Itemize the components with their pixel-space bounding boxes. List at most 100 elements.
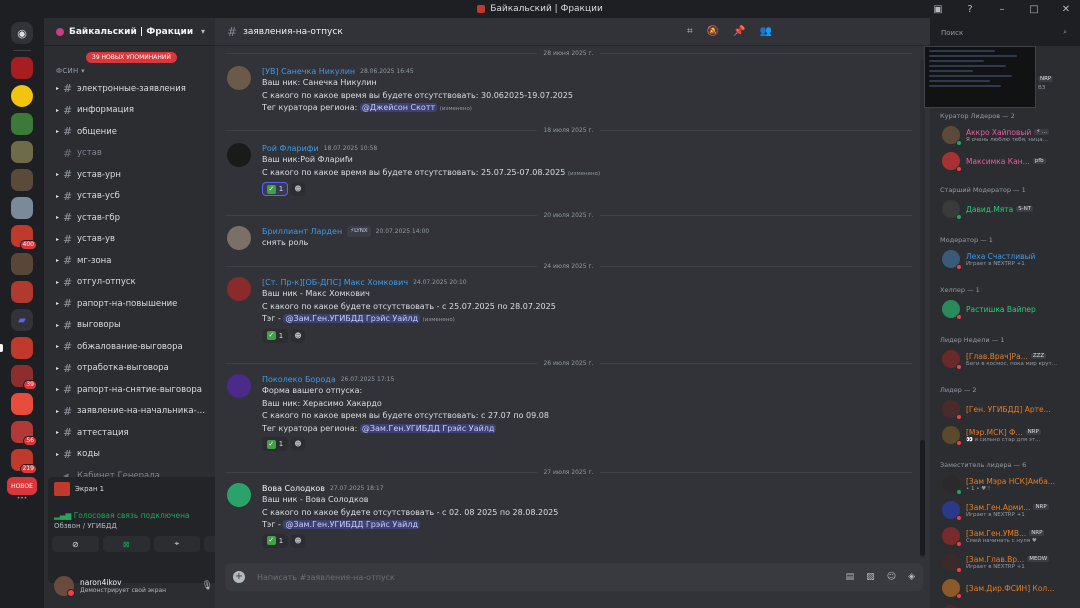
channel-item[interactable]: ▸ # рапорт-на-повышение [44, 293, 215, 315]
server-icon[interactable]: 56 [11, 421, 37, 446]
channel-item[interactable]: ▸ # отработка-выговора [44, 358, 215, 380]
message-author[interactable]: Бриллиант Ларден [262, 226, 342, 237]
server-icon[interactable] [11, 85, 33, 107]
reaction-checkmark[interactable]: ✓ 1 [262, 328, 288, 343]
channel-item[interactable]: ▸ # устав-усб [44, 186, 215, 208]
emoji-icon[interactable]: ☺ [887, 572, 896, 582]
sticker-icon[interactable]: ▨ [866, 572, 875, 582]
channel-item[interactable]: ▸ # обжалование-выговора [44, 336, 215, 358]
server-icon[interactable] [11, 113, 33, 135]
message[interactable]: Вова Солодков 27.07.2025 18:17 Ваш ник - В… [227, 483, 907, 548]
chat-scrollbar[interactable] [920, 60, 925, 558]
server-icon[interactable] [11, 169, 33, 191]
role-mention[interactable]: @Зам.Ген.УГИБДД Грэйс Уайлд [359, 423, 497, 433]
avatar[interactable] [227, 66, 251, 90]
reaction-checkmark[interactable]: ✓ 1 [262, 182, 288, 196]
avatar[interactable] [54, 576, 75, 597]
add-reaction-icon[interactable]: ☻ [291, 182, 305, 196]
member-item[interactable]: [Зам.Ген.УМВ... NRP Смей начинать с нуля ♥ [942, 525, 1078, 547]
server-icon[interactable] [11, 141, 33, 163]
scrollbar-thumb[interactable] [920, 440, 925, 556]
server-icon[interactable] [11, 281, 33, 303]
member-item[interactable]: [Ген. УГИБДД] Арте... [942, 398, 1078, 420]
guild-header[interactable]: Байкальский | Фракции ▾ [44, 18, 215, 46]
mic-icon[interactable]: 🎙 [201, 581, 212, 591]
server-icon[interactable]: 39 [11, 365, 37, 390]
channel-item[interactable]: ▸ # отгул-отпуск [44, 272, 215, 294]
member-item[interactable]: Растишка Вайпер [942, 298, 1078, 320]
inbox-icon[interactable]: ▣ [930, 4, 946, 15]
channel-item[interactable]: ▸ # аттестация [44, 422, 215, 444]
message-composer[interactable]: + Написать #заявления-на-отпуск ▤ ▨ ☺ ◈ [225, 563, 923, 591]
avatar[interactable] [227, 483, 251, 507]
member-item[interactable]: Давид.Мята S-NT [942, 198, 1078, 220]
avatar[interactable] [227, 277, 251, 301]
server-icon[interactable] [11, 197, 33, 219]
message[interactable]: Рой Фларифи 18.07.2025 10:58 Ваш ник:Рой Ф… [227, 143, 907, 196]
channel-item[interactable]: ▸ # коды [44, 444, 215, 466]
voice-status-text[interactable]: ▂▄▆ Голосовая связь подключена Обзвон / … [54, 511, 190, 530]
screen-share-button[interactable]: ⊠ [102, 536, 150, 552]
camera-button[interactable]: ⊘ [52, 536, 99, 552]
channel-item[interactable]: ▸ # устав-урн [44, 164, 215, 186]
server-icon[interactable] [11, 57, 33, 79]
channel-item[interactable]: ▸ # мг-зона [44, 250, 215, 272]
role-mention[interactable]: @Джейсон Скотт [359, 103, 438, 112]
member-item[interactable]: Зам.Ген.УГИБДД Грэ... [942, 603, 1078, 608]
minimize-button[interactable]: – [994, 4, 1010, 15]
channel-item[interactable]: ▸ # электронные-заявления [44, 78, 215, 100]
member-item[interactable]: [Глав.Врач]Ра... ZZZ Беги в космос, пока м… [942, 348, 1078, 370]
mentions-pill[interactable]: 39 НОВЫХ УПОМИНАНИЙ [86, 52, 177, 63]
search-input[interactable]: Поиск ⌕ [936, 25, 1072, 40]
activities-button[interactable]: ⌖ [153, 536, 201, 552]
channel-item[interactable]: ▸ # устав-гбр [44, 207, 215, 229]
add-reaction-icon[interactable]: ☻ [291, 533, 305, 548]
member-item[interactable]: Максимка Кан... pfb [942, 150, 1078, 172]
channel-item[interactable]: ▸ # устав-ув [44, 229, 215, 251]
help-icon[interactable]: ? [962, 4, 978, 15]
message-author[interactable]: Поколеко Борода [262, 374, 336, 385]
voice-channel-name[interactable]: Обзвон / УГИБДД [54, 522, 190, 530]
category-label[interactable]: ФСИН ▾ [56, 67, 85, 75]
member-item[interactable]: [Мэр.МСК] Ф... NRP 👀 я сильно стар для эт.… [942, 424, 1078, 446]
server-icon[interactable]: 400 [11, 225, 37, 250]
server-icon[interactable] [0, 337, 33, 359]
folder-icon[interactable]: ▰ [11, 309, 33, 331]
member-item[interactable]: [Зам.Ген.Арми... NRP Играет в NEXTRP +1 [942, 499, 1078, 521]
maximize-button[interactable]: □ [1026, 4, 1042, 15]
attach-plus-icon[interactable]: + [233, 571, 245, 583]
server-icon[interactable]: 219 [11, 449, 37, 474]
member-item[interactable]: [Зам Мэра НСК]Амба... • 1 • ♥ ! [942, 473, 1078, 495]
message[interactable]: Поколеко Борода 26.07.2025 17:15 Форма ваш… [227, 374, 907, 451]
close-button[interactable]: ✕ [1058, 4, 1074, 15]
message-author[interactable]: [Ст. Пр-к][ОБ-ДПС] Макс Хомкович [262, 277, 408, 288]
role-mention[interactable]: @Зам.Ген.УГИБДД Грэйс Уайлд [283, 520, 421, 529]
user-info[interactable]: naron4ikov Демонстрирует свой экран [80, 578, 195, 594]
member-item[interactable]: Аккро Хайповый ⚡ ... Я очень люблю тебя, н… [942, 124, 1078, 146]
server-icon[interactable] [11, 393, 33, 415]
avatar[interactable] [227, 374, 251, 398]
avatar[interactable] [227, 226, 251, 250]
channel-item[interactable]: # устав [44, 143, 215, 165]
message[interactable]: [Ст. Пр-к][ОБ-ДПС] Макс Хомкович 24.07.20… [227, 277, 907, 343]
new-badge[interactable]: НОВОЕ [7, 477, 37, 495]
message-author[interactable]: Вова Солодков [262, 483, 325, 494]
message[interactable]: [УВ] Санечка Никулин 28.06.2025 16:45 Ваш … [227, 66, 907, 116]
channel-item[interactable]: ▸ # информация [44, 100, 215, 122]
server-icon[interactable] [11, 253, 33, 275]
stream-preview[interactable] [924, 46, 1036, 108]
message[interactable]: Бриллиант Ларден ⚡LYNX 20.07.2025 14:00 сня… [227, 226, 907, 250]
member-item[interactable]: Леха Счастливый Играет в NEXTRP +1 [942, 248, 1078, 270]
member-item[interactable]: [Зам.Дир.ФСИН] Кол... [942, 577, 1078, 599]
message-author[interactable]: [УВ] Санечка Никулин [262, 66, 355, 77]
discord-home-icon[interactable]: ◉ [11, 22, 33, 44]
apps-icon[interactable]: ◈ [908, 572, 915, 582]
add-reaction-icon[interactable]: ☻ [291, 328, 305, 343]
reaction-checkmark[interactable]: ✓ 1 [262, 533, 288, 548]
channel-item[interactable]: ▸ # общение [44, 121, 215, 143]
gif-icon[interactable]: ▤ [846, 572, 855, 582]
member-item[interactable]: [Зам.Глав.Вр... MEOW Играет в NEXTRP +1 [942, 551, 1078, 573]
add-reaction-icon[interactable]: ☻ [291, 437, 305, 451]
channel-item[interactable]: ▸ # выговоры [44, 315, 215, 337]
role-mention[interactable]: @Зам.Ген.УГИБДД Грэйс Уайлд [283, 314, 421, 323]
